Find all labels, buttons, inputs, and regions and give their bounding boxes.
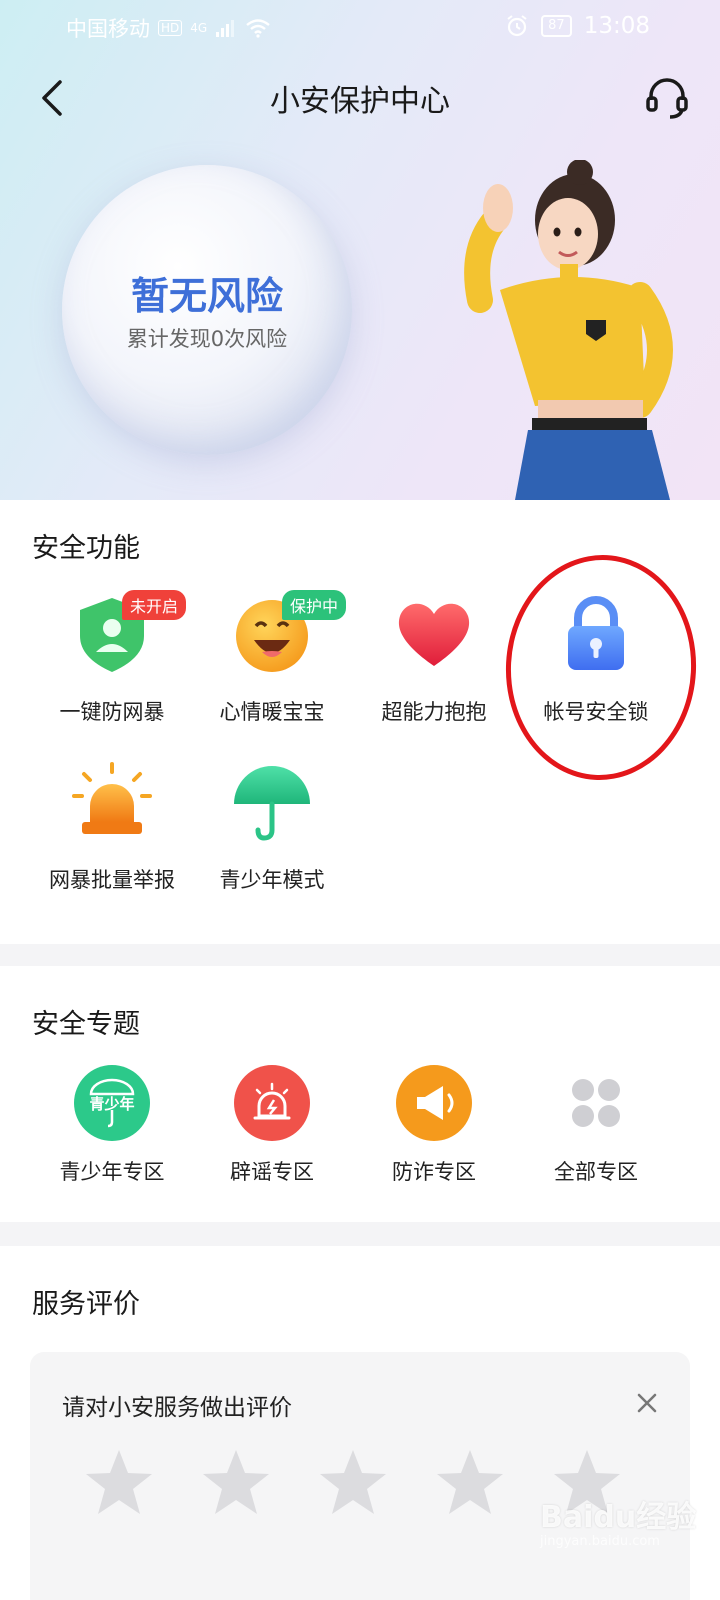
topic-anti-fraud-zone[interactable]: 防诈专区 — [352, 1064, 516, 1194]
risk-count-text: 累计发现0次风险 — [126, 327, 288, 351]
feature-label: 青少年模式 — [219, 868, 325, 892]
risk-status-title: 暂无风险 — [130, 274, 283, 318]
megaphone-icon — [396, 1065, 472, 1141]
section-title: 安全功能 — [32, 533, 140, 564]
baidu-watermark: Baidu经验 — [540, 1500, 697, 1535]
topic-label: 防诈专区 — [392, 1160, 476, 1184]
feature-anti-cyberbullying[interactable]: 未开启 一键防网暴 — [30, 590, 194, 742]
feature-super-hug[interactable]: 超能力抱抱 — [352, 592, 516, 742]
alarm-clock-icon — [507, 15, 527, 37]
page-title: 小安保护中心 — [270, 84, 450, 119]
youth-badge-text: 青少年 — [89, 1095, 135, 1113]
hero-banner: 中国移动 HD 4G 87 13:08 小安保护中心 暂无风险 累计发现0次风险 — [0, 0, 720, 500]
status-badge: 保护中 — [282, 590, 347, 620]
rating-card: 请对小安服务做出评价 — [30, 1352, 690, 1600]
status-badge: 未开启 — [122, 590, 187, 620]
topic-label: 全部专区 — [554, 1160, 638, 1184]
security-topics-section: 安全专题 青少年 青少年专区 辟谣专区 防诈专区 全部专区 — [0, 966, 720, 1222]
heart-icon — [398, 603, 470, 666]
carrier-name: 中国移动 — [66, 17, 150, 41]
clock: 13:08 — [583, 13, 650, 39]
section-title: 安全专题 — [32, 1009, 140, 1040]
siren-icon — [234, 1065, 310, 1141]
feature-label: 心情暖宝宝 — [219, 700, 325, 724]
feature-label: 网暴批量举报 — [49, 868, 175, 892]
section-title: 服务评价 — [32, 1289, 140, 1320]
star-3-icon[interactable] — [316, 1446, 390, 1520]
close-icon[interactable] — [634, 1390, 660, 1416]
hd-badge: HD — [158, 20, 183, 36]
risk-status-bubble[interactable]: 暂无风险 累计发现0次风险 — [62, 165, 352, 455]
topic-rumor-zone[interactable]: 辟谣专区 — [190, 1064, 354, 1194]
network-type: 4G — [190, 21, 208, 35]
status-bar: 中国移动 HD 4G 87 13:08 — [0, 0, 720, 52]
alarm-light-icon — [72, 762, 152, 834]
mascot-illustration — [464, 160, 673, 500]
wifi-icon — [246, 19, 270, 38]
feature-batch-report[interactable]: 网暴批量举报 — [30, 760, 194, 910]
nav-bar: 小安保护中心 — [0, 62, 720, 132]
rating-prompt: 请对小安服务做出评价 — [62, 1395, 292, 1421]
star-4-icon[interactable] — [433, 1446, 507, 1520]
signal-icon — [216, 20, 235, 37]
feature-label: 超能力抱抱 — [381, 700, 487, 724]
grid-dots-icon — [572, 1079, 620, 1127]
star-2-icon[interactable] — [199, 1446, 273, 1520]
umbrella-icon — [234, 766, 310, 841]
headset-support-icon[interactable] — [640, 70, 694, 124]
feature-youth-mode[interactable]: 青少年模式 — [190, 760, 354, 910]
star-1-icon[interactable] — [82, 1446, 156, 1520]
feature-mood-warmer[interactable]: 保护中 心情暖宝宝 — [190, 590, 354, 742]
battery-level: 87 — [541, 15, 572, 37]
baidu-watermark-url: jingyan.baidu.com — [540, 1534, 660, 1549]
topic-label: 青少年专区 — [59, 1160, 165, 1184]
topic-youth-zone[interactable]: 青少年 青少年专区 — [30, 1064, 194, 1194]
topic-all-zones[interactable]: 全部专区 — [514, 1064, 678, 1194]
topic-label: 辟谣专区 — [230, 1160, 314, 1184]
feature-label: 一键防网暴 — [59, 700, 165, 724]
